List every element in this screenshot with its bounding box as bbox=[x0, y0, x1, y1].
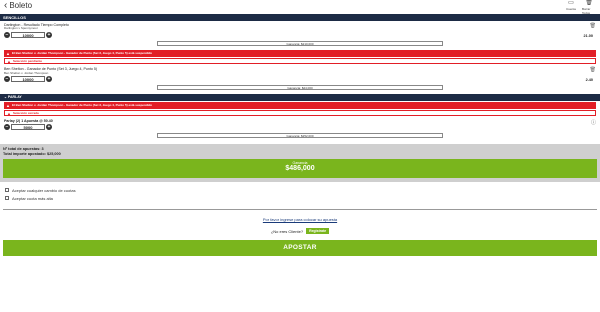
cuenta-button[interactable]: ▭ Cuenta bbox=[564, 0, 578, 15]
parlay-detail: 1 Apuesta @ 50.40 bbox=[21, 119, 53, 124]
singles-header: SENCILLOS bbox=[0, 14, 600, 21]
total-amount: Total importe apostado: $25,000 bbox=[3, 152, 61, 157]
stake-input[interactable]: 10000 bbox=[11, 32, 45, 39]
suspended-alert: El Ben Shelton v. Jordan Thompson - Gana… bbox=[4, 50, 596, 58]
login-link[interactable]: Por favor ingrese para colocar su apuest… bbox=[0, 217, 600, 222]
increase-stake-button[interactable]: + bbox=[46, 124, 52, 131]
register-button[interactable]: Registrate bbox=[306, 228, 330, 235]
client-question: ¿No eres Cliente? bbox=[270, 228, 304, 234]
selection-status: Selección pendiente bbox=[4, 58, 596, 65]
info-icon[interactable]: ⓘ bbox=[591, 119, 596, 126]
single-bet-2: Ben Shelton - Ganador de Punto (Set 3, J… bbox=[0, 65, 600, 93]
trash-icon[interactable]: 🗑 bbox=[590, 67, 596, 73]
increase-stake-button[interactable]: + bbox=[46, 32, 52, 39]
bet-event: Ben Shelton v. Jordan Thompson bbox=[4, 70, 49, 75]
chevron-down-icon: ⌄ bbox=[4, 95, 7, 100]
bet-summary: Nº total de apuestas: 3 Total importe ap… bbox=[0, 144, 600, 183]
odds-options: Aceptar cualquier cambio de cuotas Acept… bbox=[0, 182, 600, 206]
trash-icon[interactable]: 🗑 bbox=[590, 23, 596, 29]
bet-odds: 21.00 bbox=[583, 34, 593, 38]
bet-odds: 2.40 bbox=[585, 78, 593, 83]
single-bet-1: Darlington - Resultado Tiempo Completo D… bbox=[0, 21, 600, 49]
total-gain: Ganancia $486,000 bbox=[3, 159, 597, 179]
back-button[interactable]: ‹ Boleto bbox=[4, 0, 33, 11]
bet-gain: Ganancia: $210,000 bbox=[157, 41, 443, 47]
cuenta-icon: ▭ bbox=[568, 0, 574, 6]
decrease-stake-button[interactable]: − bbox=[4, 76, 10, 83]
bet-gain: Ganancia: $24,000 bbox=[157, 85, 443, 91]
checkbox[interactable] bbox=[5, 196, 9, 201]
register-row: ¿No eres Cliente? Registrate bbox=[0, 228, 600, 235]
decrease-stake-button[interactable]: − bbox=[4, 124, 10, 131]
parlay-title: Parlay (2) bbox=[4, 119, 21, 124]
back-label: Boleto bbox=[9, 1, 33, 10]
parlay-bet: Parlay (2) 1 Apuesta @ 50.40 ⓘ − 5000 + … bbox=[0, 117, 600, 142]
decrease-stake-button[interactable]: − bbox=[4, 32, 10, 39]
bet-event: Darlington v Spennymoor bbox=[4, 26, 38, 31]
parlay-header[interactable]: ⌄ PARLAY bbox=[0, 94, 600, 102]
suspended-alert: El Ben Shelton v. Jordan Thompson - Gana… bbox=[4, 102, 596, 110]
trash-icon: 🗑 bbox=[585, 0, 593, 6]
checkbox[interactable] bbox=[5, 188, 9, 193]
stake-input[interactable]: 10000 bbox=[11, 76, 45, 83]
selection-status: Selección cerrada bbox=[4, 110, 596, 117]
increase-stake-button[interactable]: + bbox=[46, 76, 52, 83]
bet-gain: Ganancia: $252,000 bbox=[157, 133, 443, 139]
top-bar: ‹ Boleto ▭ Cuenta 🗑 Borrar Todos bbox=[0, 0, 600, 15]
chevron-left-icon: ‹ bbox=[4, 0, 8, 11]
borrar-todos-button[interactable]: 🗑 Borrar Todos bbox=[582, 0, 596, 15]
accept-higher-odds-option[interactable]: Aceptar cuota más alta bbox=[5, 194, 595, 202]
apostar-button[interactable]: APOSTAR bbox=[3, 240, 597, 257]
stake-input[interactable]: 5000 bbox=[11, 124, 45, 131]
gain-amount: $486,000 bbox=[285, 165, 315, 173]
accept-any-odds-option[interactable]: Aceptar cualquier cambio de cuotas bbox=[5, 186, 595, 194]
divider bbox=[3, 209, 597, 211]
